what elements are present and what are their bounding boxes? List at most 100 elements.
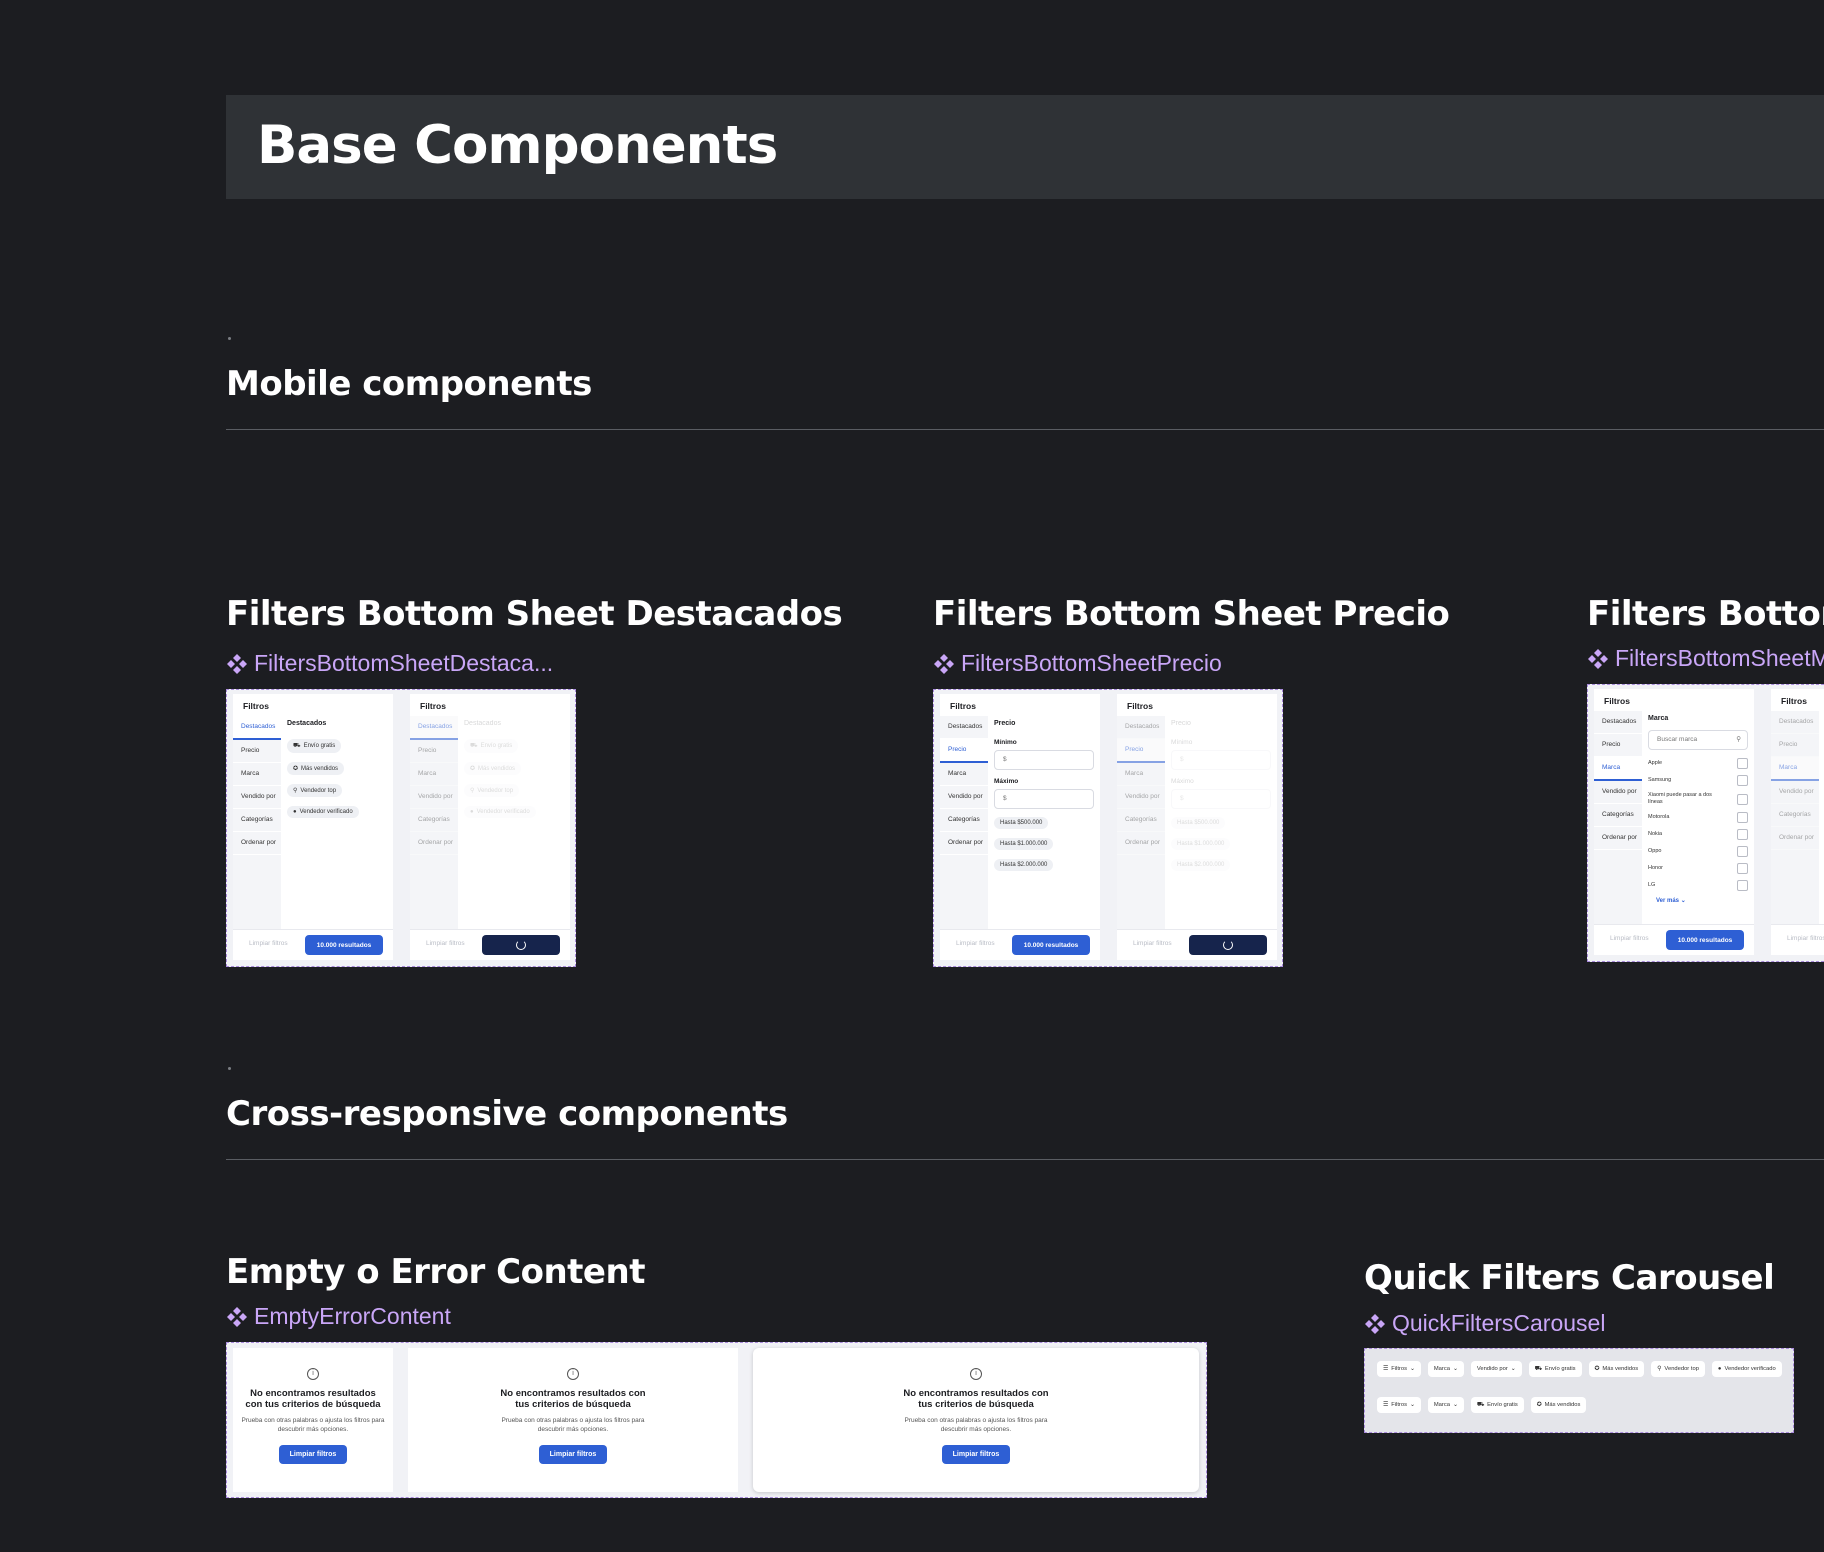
filter-chip[interactable]: ⚲ Vendedor top bbox=[287, 784, 343, 797]
filter-chip[interactable]: ● Vendedor verificado bbox=[464, 806, 536, 818]
price-chip[interactable]: Hasta $1.000.000 bbox=[994, 838, 1054, 850]
clear-filters-button[interactable]: Limpiar filtros bbox=[538, 1445, 608, 1464]
filter-chip[interactable]: ⚲ Vendedor top bbox=[464, 784, 520, 797]
filter-chip[interactable]: ⛟ Envío gratis bbox=[287, 739, 342, 753]
brand-option[interactable]: Nokia bbox=[1648, 829, 1748, 840]
filter-chip[interactable]: ● Vendedor verificado bbox=[287, 806, 359, 818]
sidebar-item-categorias[interactable]: Categorías bbox=[940, 809, 988, 832]
price-chip[interactable]: Hasta $2.000.000 bbox=[994, 859, 1054, 871]
sidebar-item-categorias[interactable]: Categorías bbox=[233, 809, 281, 832]
sidebar-item-destacados[interactable]: Destacados bbox=[1594, 711, 1642, 734]
quick-filter-chip[interactable]: Marca ⌄ bbox=[1427, 1397, 1464, 1413]
sidebar-item-destacados[interactable]: Destacados bbox=[1117, 716, 1165, 739]
component-link-quick[interactable]: QuickFiltersCarousel bbox=[1364, 1310, 1605, 1337]
brand-checkbox[interactable] bbox=[1737, 758, 1748, 769]
results-button[interactable]: 10.000 resultados bbox=[1012, 935, 1090, 955]
sidebar-item-precio[interactable]: Precio bbox=[1771, 734, 1819, 757]
quick-filter-chip[interactable]: Vendido por ⌄ bbox=[1470, 1361, 1522, 1377]
results-button-loading[interactable] bbox=[1189, 935, 1267, 955]
brand-option[interactable]: Motorola bbox=[1648, 812, 1748, 823]
quick-filter-chip[interactable]: ☰ Filtros ⌄ bbox=[1377, 1397, 1421, 1413]
brand-option[interactable]: Oppo bbox=[1648, 846, 1748, 857]
quick-filter-chip[interactable]: ☰ Filtros ⌄ bbox=[1377, 1361, 1421, 1377]
sidebar-item-vendido-por[interactable]: Vendido por bbox=[1594, 781, 1642, 804]
brand-option[interactable]: Samsung bbox=[1648, 775, 1748, 786]
sidebar-item-marca[interactable]: Marca bbox=[233, 763, 281, 786]
sidebar-item-vendido-por[interactable]: Vendido por bbox=[1117, 786, 1165, 809]
sidebar-item-destacados[interactable]: Destacados bbox=[940, 716, 988, 739]
quick-filter-chip[interactable]: ⚲ Vendedor top bbox=[1651, 1361, 1705, 1377]
results-button[interactable]: 10.000 resultados bbox=[1666, 930, 1744, 950]
quick-filter-chip[interactable]: Marca ⌄ bbox=[1427, 1361, 1464, 1377]
see-more-link[interactable]: Ver más ⌄ bbox=[1648, 897, 1748, 904]
quick-filter-chip[interactable]: ⛟ Envío gratis bbox=[1470, 1397, 1524, 1413]
min-price-input[interactable]: $ bbox=[994, 750, 1094, 770]
sidebar-item-ordenar-por[interactable]: Ordenar por bbox=[940, 832, 988, 855]
clear-filters-button[interactable]: Limpiar filtros bbox=[249, 940, 288, 947]
sidebar-item-vendido-por[interactable]: Vendido por bbox=[233, 786, 281, 809]
brand-option[interactable]: Honor bbox=[1648, 863, 1748, 874]
component-link-destacados[interactable]: FiltersBottomSheetDestaca... bbox=[226, 650, 553, 677]
brand-checkbox[interactable] bbox=[1737, 863, 1748, 874]
sidebar-item-marca[interactable]: Marca bbox=[410, 763, 458, 786]
price-chip[interactable]: Hasta $1.000.000 bbox=[1171, 838, 1231, 850]
sidebar-item-destacados[interactable]: Destacados bbox=[410, 716, 458, 740]
component-link-marca[interactable]: FiltersBottomSheetM bbox=[1587, 645, 1824, 672]
sidebar-item-vendido-por[interactable]: Vendido por bbox=[940, 786, 988, 809]
brand-option[interactable]: LG bbox=[1648, 880, 1748, 891]
component-link-precio[interactable]: FiltersBottomSheetPrecio bbox=[933, 650, 1222, 677]
brand-search-input[interactable]: Buscar marca ⚲ bbox=[1648, 730, 1748, 750]
brand-checkbox[interactable] bbox=[1737, 829, 1748, 840]
filter-chip[interactable]: ✪ Más vendidos bbox=[464, 762, 522, 775]
results-button[interactable]: 10.000 resultados bbox=[305, 935, 383, 955]
sidebar-item-marca[interactable]: Marca bbox=[1117, 763, 1165, 786]
sidebar-item-marca[interactable]: Marca bbox=[1594, 757, 1642, 781]
results-button-loading[interactable] bbox=[482, 935, 560, 955]
brand-option[interactable]: Xiaomi puede pasar a dos líneas bbox=[1648, 792, 1748, 806]
quick-filter-chip[interactable]: ✪ Más vendidos bbox=[1588, 1361, 1645, 1377]
brand-option[interactable]: Apple bbox=[1648, 758, 1748, 769]
sidebar-item-categorias[interactable]: Categorías bbox=[1594, 804, 1642, 827]
sidebar-item-marca[interactable]: Marca bbox=[1771, 757, 1819, 781]
sidebar-item-categorias[interactable]: Categorías bbox=[1117, 809, 1165, 832]
sidebar-item-precio[interactable]: Precio bbox=[1117, 739, 1165, 763]
clear-filters-button[interactable]: Limpiar filtros bbox=[956, 940, 995, 947]
max-price-input[interactable]: $ bbox=[994, 789, 1094, 809]
price-chip[interactable]: Hasta $500.000 bbox=[994, 817, 1049, 829]
price-chip[interactable]: Hasta $2.000.000 bbox=[1171, 859, 1231, 871]
brand-checkbox[interactable] bbox=[1737, 846, 1748, 857]
brand-checkbox[interactable] bbox=[1737, 775, 1748, 786]
sidebar-item-vendido-por[interactable]: Vendido por bbox=[410, 786, 458, 809]
quick-filter-chip[interactable]: ● Vendedor verificado bbox=[1711, 1361, 1782, 1377]
clear-filters-button[interactable]: Limpiar filtros bbox=[278, 1445, 348, 1464]
clear-filters-button[interactable]: Limpiar filtros bbox=[426, 940, 465, 947]
max-price-input[interactable]: $ bbox=[1171, 789, 1271, 809]
quick-filter-chip[interactable]: ✪ Más vendidos bbox=[1530, 1397, 1587, 1413]
clear-filters-button[interactable]: Limpiar filtros bbox=[1610, 935, 1649, 942]
sidebar-item-precio[interactable]: Precio bbox=[1594, 734, 1642, 757]
sidebar-item-ordenar-por[interactable]: Ordenar por bbox=[1594, 827, 1642, 850]
clear-filters-button[interactable]: Limpiar filtros bbox=[1133, 940, 1172, 947]
filter-chip[interactable]: ⛟ Envío gratis bbox=[464, 739, 519, 753]
sidebar-item-ordenar-por[interactable]: Ordenar por bbox=[233, 832, 281, 855]
sidebar-item-ordenar-por[interactable]: Ordenar por bbox=[410, 832, 458, 855]
sidebar-item-precio[interactable]: Precio bbox=[233, 740, 281, 763]
min-price-input[interactable]: $ bbox=[1171, 750, 1271, 770]
brand-checkbox[interactable] bbox=[1737, 793, 1748, 805]
sidebar-item-ordenar-por[interactable]: Ordenar por bbox=[1771, 827, 1819, 850]
filter-chip[interactable]: ✪ Más vendidos bbox=[287, 762, 345, 775]
sidebar-item-precio[interactable]: Precio bbox=[940, 739, 988, 763]
sidebar-item-ordenar-por[interactable]: Ordenar por bbox=[1117, 832, 1165, 855]
sidebar-item-precio[interactable]: Precio bbox=[410, 740, 458, 763]
brand-checkbox[interactable] bbox=[1737, 812, 1748, 823]
sidebar-item-destacados[interactable]: Destacados bbox=[233, 716, 281, 740]
quick-filter-chip[interactable]: ⛟ Envío gratis bbox=[1528, 1361, 1582, 1377]
sidebar-item-categorias[interactable]: Categorías bbox=[1771, 804, 1819, 827]
component-link-empty[interactable]: EmptyErrorContent bbox=[226, 1303, 451, 1330]
sidebar-item-vendido-por[interactable]: Vendido por bbox=[1771, 781, 1819, 804]
clear-filters-button[interactable]: Limpiar filtros bbox=[1787, 935, 1824, 942]
sidebar-item-destacados[interactable]: Destacados bbox=[1771, 711, 1819, 734]
sidebar-item-categorias[interactable]: Categorías bbox=[410, 809, 458, 832]
sidebar-item-marca[interactable]: Marca bbox=[940, 763, 988, 786]
brand-checkbox[interactable] bbox=[1737, 880, 1748, 891]
